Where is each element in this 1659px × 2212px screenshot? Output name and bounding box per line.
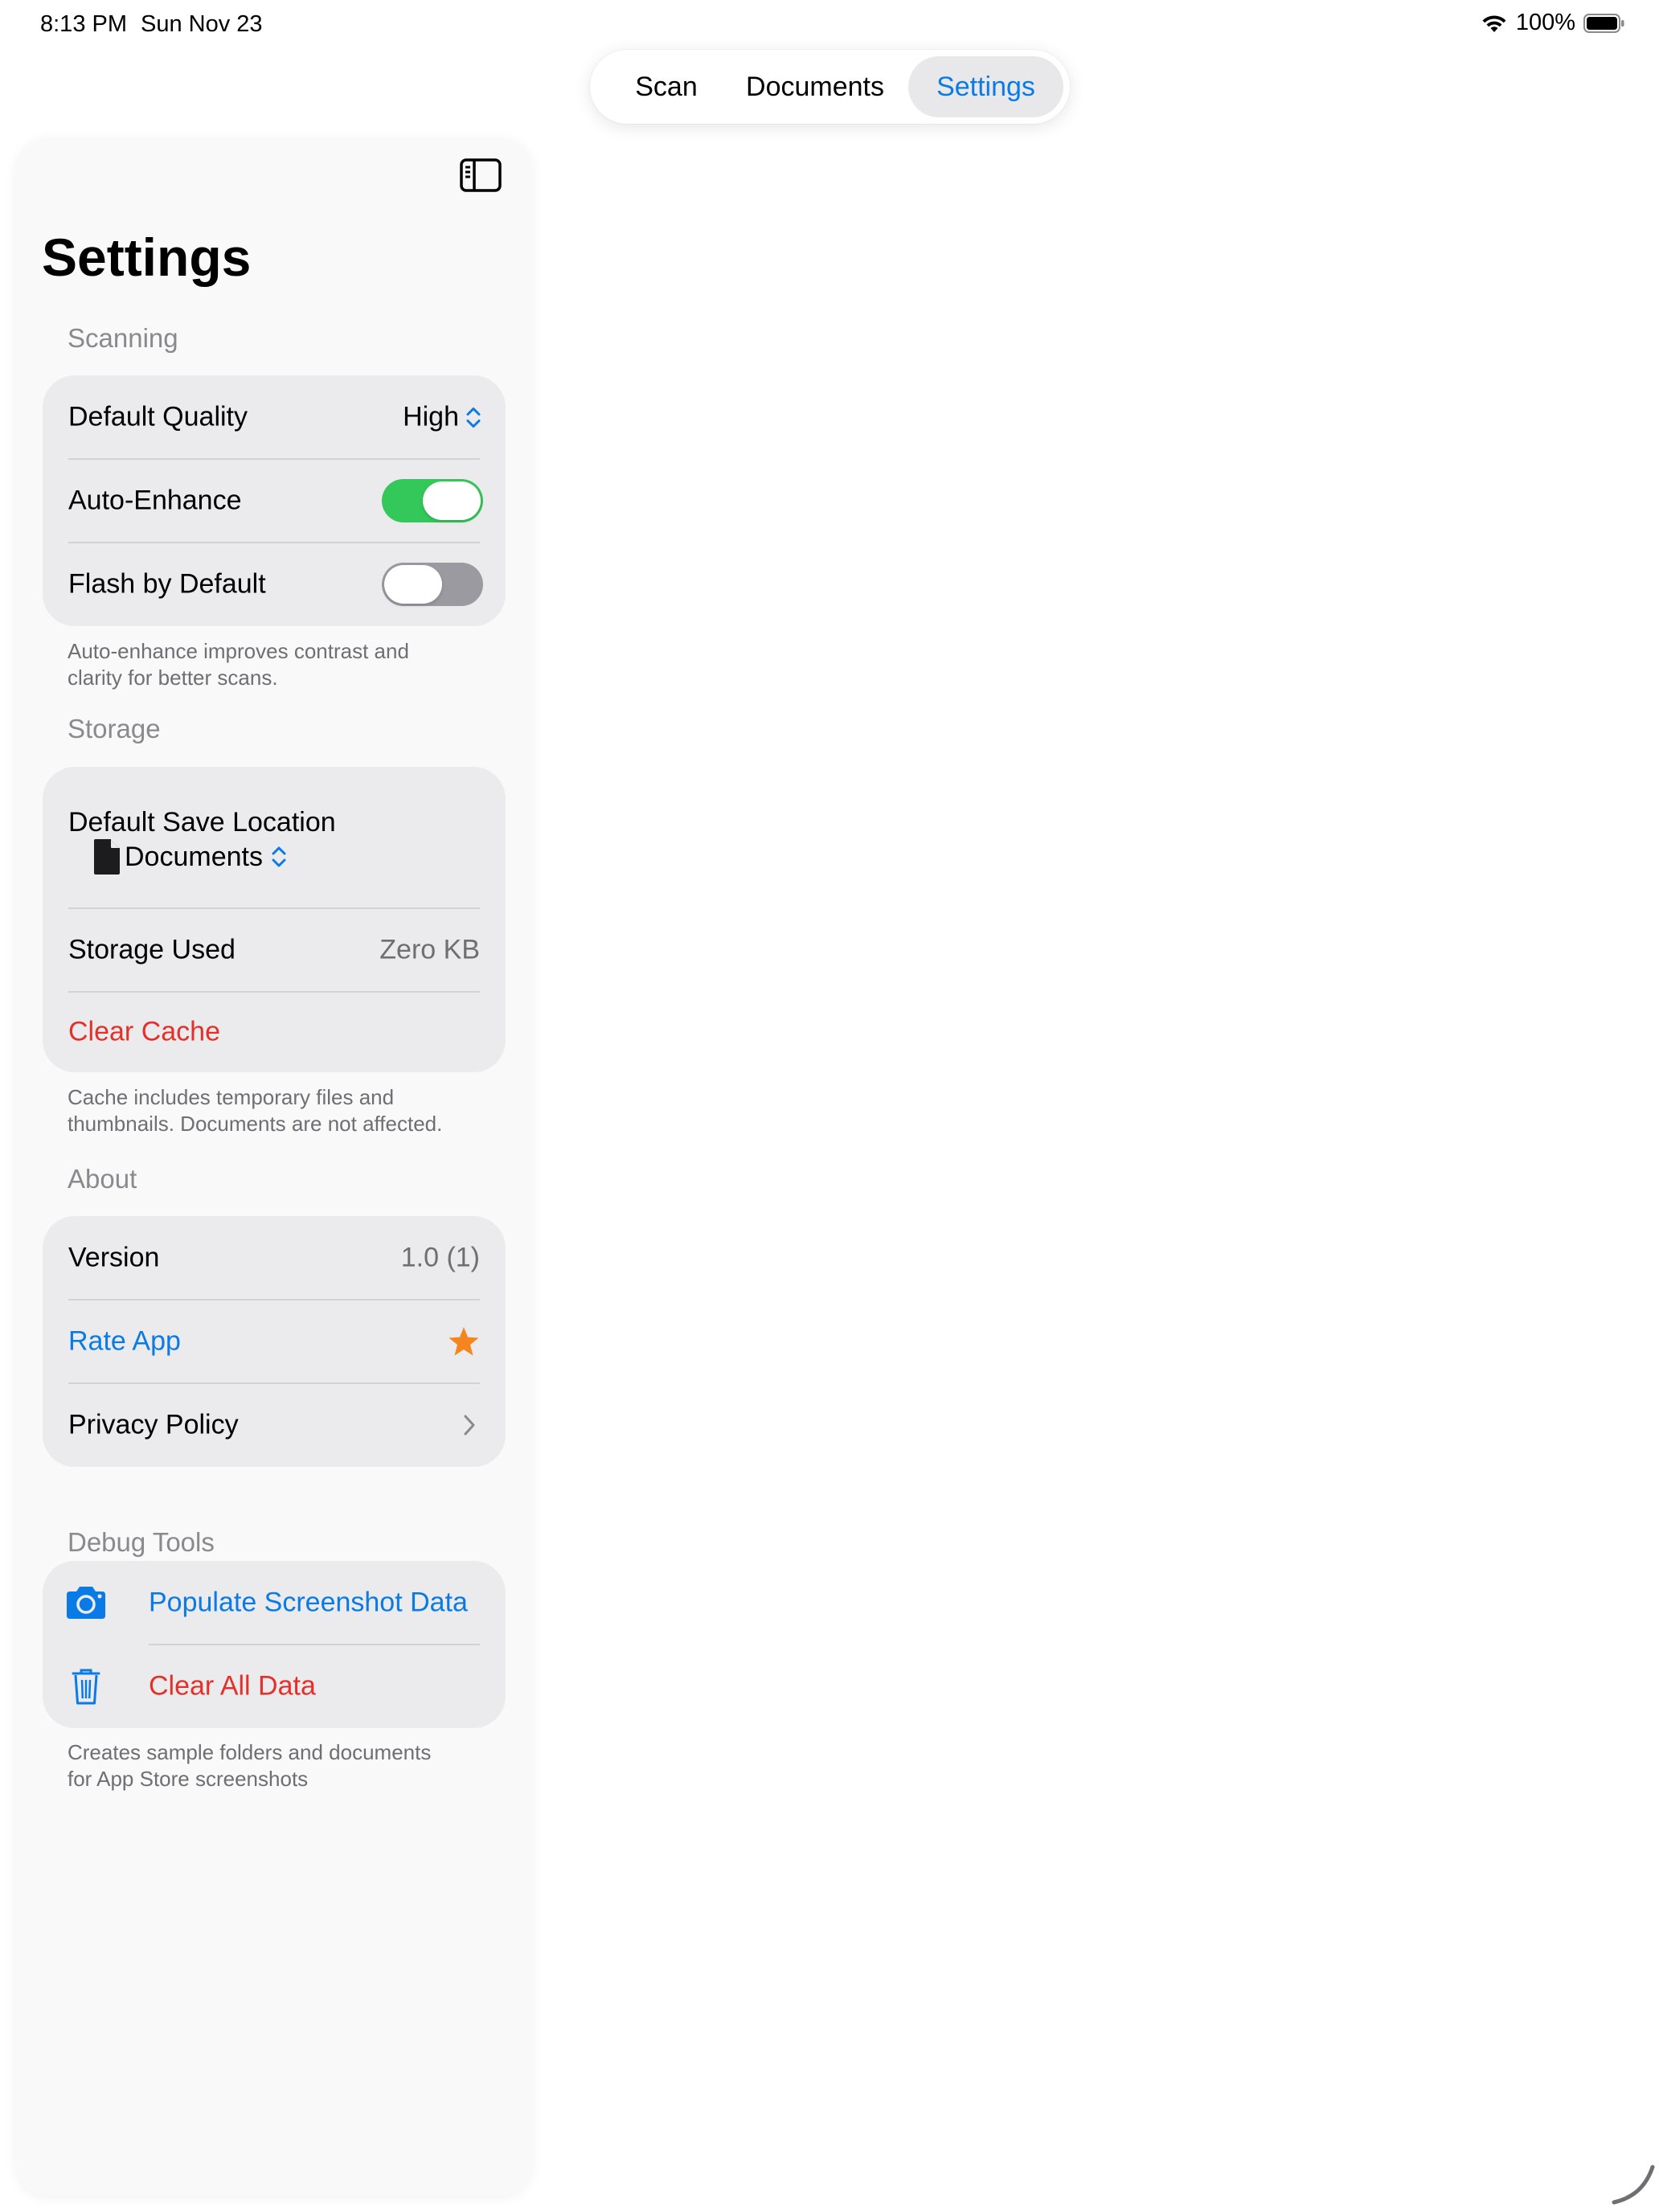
auto-enhance-toggle[interactable]: [382, 479, 483, 522]
populate-data-row[interactable]: Populate Screenshot Data: [43, 1561, 506, 1645]
toggle-knob: [423, 481, 481, 520]
tab-documents[interactable]: Documents: [727, 56, 903, 117]
tab-bar: Scan Documents Settings: [590, 50, 1070, 124]
rate-app-button[interactable]: Rate App: [68, 1326, 181, 1358]
resize-handle-icon[interactable]: [1611, 2161, 1656, 2206]
battery-icon: [1583, 13, 1624, 33]
default-quality-value: High: [403, 401, 459, 432]
about-card: Version 1.0 (1) Rate App Privacy Policy: [43, 1216, 506, 1467]
save-location-picker[interactable]: Documents: [91, 838, 287, 876]
flash-default-label: Flash by Default: [68, 568, 266, 600]
save-location-value: Documents: [125, 841, 263, 872]
version-value: 1.0 (1): [400, 1242, 480, 1273]
default-quality-row[interactable]: Default Quality High: [43, 375, 506, 459]
section-header-debug: Debug Tools: [68, 1527, 215, 1557]
debug-footer: Creates sample folders and documents for…: [68, 1739, 502, 1792]
clear-all-data-button[interactable]: Clear All Data: [149, 1671, 316, 1702]
debug-footer-line1: Creates sample folders and documents: [68, 1740, 432, 1764]
storage-footer-line1: Cache includes temporary files and: [68, 1085, 395, 1109]
camera-icon: [67, 1587, 105, 1619]
status-time: 8:13 PM: [40, 11, 127, 37]
save-location-row: Default Save Location Documents: [43, 767, 506, 908]
tab-scan[interactable]: Scan: [606, 56, 727, 117]
toggle-knob: [384, 565, 442, 604]
storage-footer: Cache includes temporary files and thumb…: [68, 1084, 502, 1137]
storage-used-row: Storage Used Zero KB: [43, 908, 506, 992]
section-header-about: About: [68, 1164, 137, 1194]
auto-enhance-row: Auto-Enhance: [43, 459, 506, 543]
debug-card: Populate Screenshot Data Clear All Data: [43, 1561, 506, 1728]
clear-cache-row[interactable]: Clear Cache: [43, 992, 506, 1072]
default-quality-picker[interactable]: High: [403, 402, 481, 433]
privacy-policy-row[interactable]: Privacy Policy: [43, 1383, 506, 1467]
debug-footer-line2: for App Store screenshots: [68, 1767, 309, 1791]
version-row: Version 1.0 (1): [43, 1216, 506, 1300]
settings-sidebar: Settings Scanning Default Quality High A…: [16, 138, 532, 2196]
section-header-storage: Storage: [68, 714, 161, 743]
sidebar-toggle-icon[interactable]: [459, 158, 502, 193]
storage-footer-line2: thumbnails. Documents are not affected.: [68, 1112, 443, 1136]
status-date: Sun Nov 23: [141, 11, 263, 37]
version-label: Version: [68, 1242, 160, 1273]
tab-settings[interactable]: Settings: [908, 56, 1063, 117]
storage-card: Default Save Location Documents Storage …: [43, 767, 506, 1072]
page-title: Settings: [42, 227, 252, 287]
flash-default-row: Flash by Default: [43, 543, 506, 626]
rate-app-row[interactable]: Rate App: [43, 1300, 506, 1383]
clear-cache-button[interactable]: Clear Cache: [68, 1017, 220, 1048]
document-icon: [94, 839, 120, 875]
trash-icon: [72, 1669, 100, 1705]
save-location-label: Default Save Location: [68, 807, 336, 838]
privacy-policy-label: Privacy Policy: [68, 1409, 239, 1440]
storage-used-value: Zero KB: [379, 934, 480, 965]
chevron-updown-icon: [466, 407, 481, 428]
section-header-scanning: Scanning: [68, 323, 178, 353]
wifi-icon: [1482, 14, 1506, 32]
chevron-right-icon: [464, 1415, 475, 1436]
chevron-updown-icon: [272, 846, 286, 867]
storage-used-label: Storage Used: [68, 934, 236, 965]
status-right: 100%: [1481, 10, 1625, 36]
status-bar: 8:13 PM Sun Nov 23 100%: [0, 0, 1659, 51]
star-icon: [449, 1327, 479, 1356]
populate-screenshot-data-button[interactable]: Populate Screenshot Data: [149, 1587, 468, 1619]
battery-percent: 100%: [1515, 10, 1575, 35]
scanning-footer: Auto-enhance improves contrast and clari…: [68, 638, 502, 691]
default-quality-label: Default Quality: [68, 401, 248, 432]
scanning-footer-line2: clarity for better scans.: [68, 666, 278, 690]
scanning-footer-line1: Auto-enhance improves contrast and: [68, 639, 409, 663]
flash-default-toggle[interactable]: [382, 563, 483, 606]
scanning-card: Default Quality High Auto-Enhance Flash …: [43, 375, 506, 626]
auto-enhance-label: Auto-Enhance: [68, 485, 242, 516]
clear-all-data-row[interactable]: Clear All Data: [43, 1645, 506, 1728]
